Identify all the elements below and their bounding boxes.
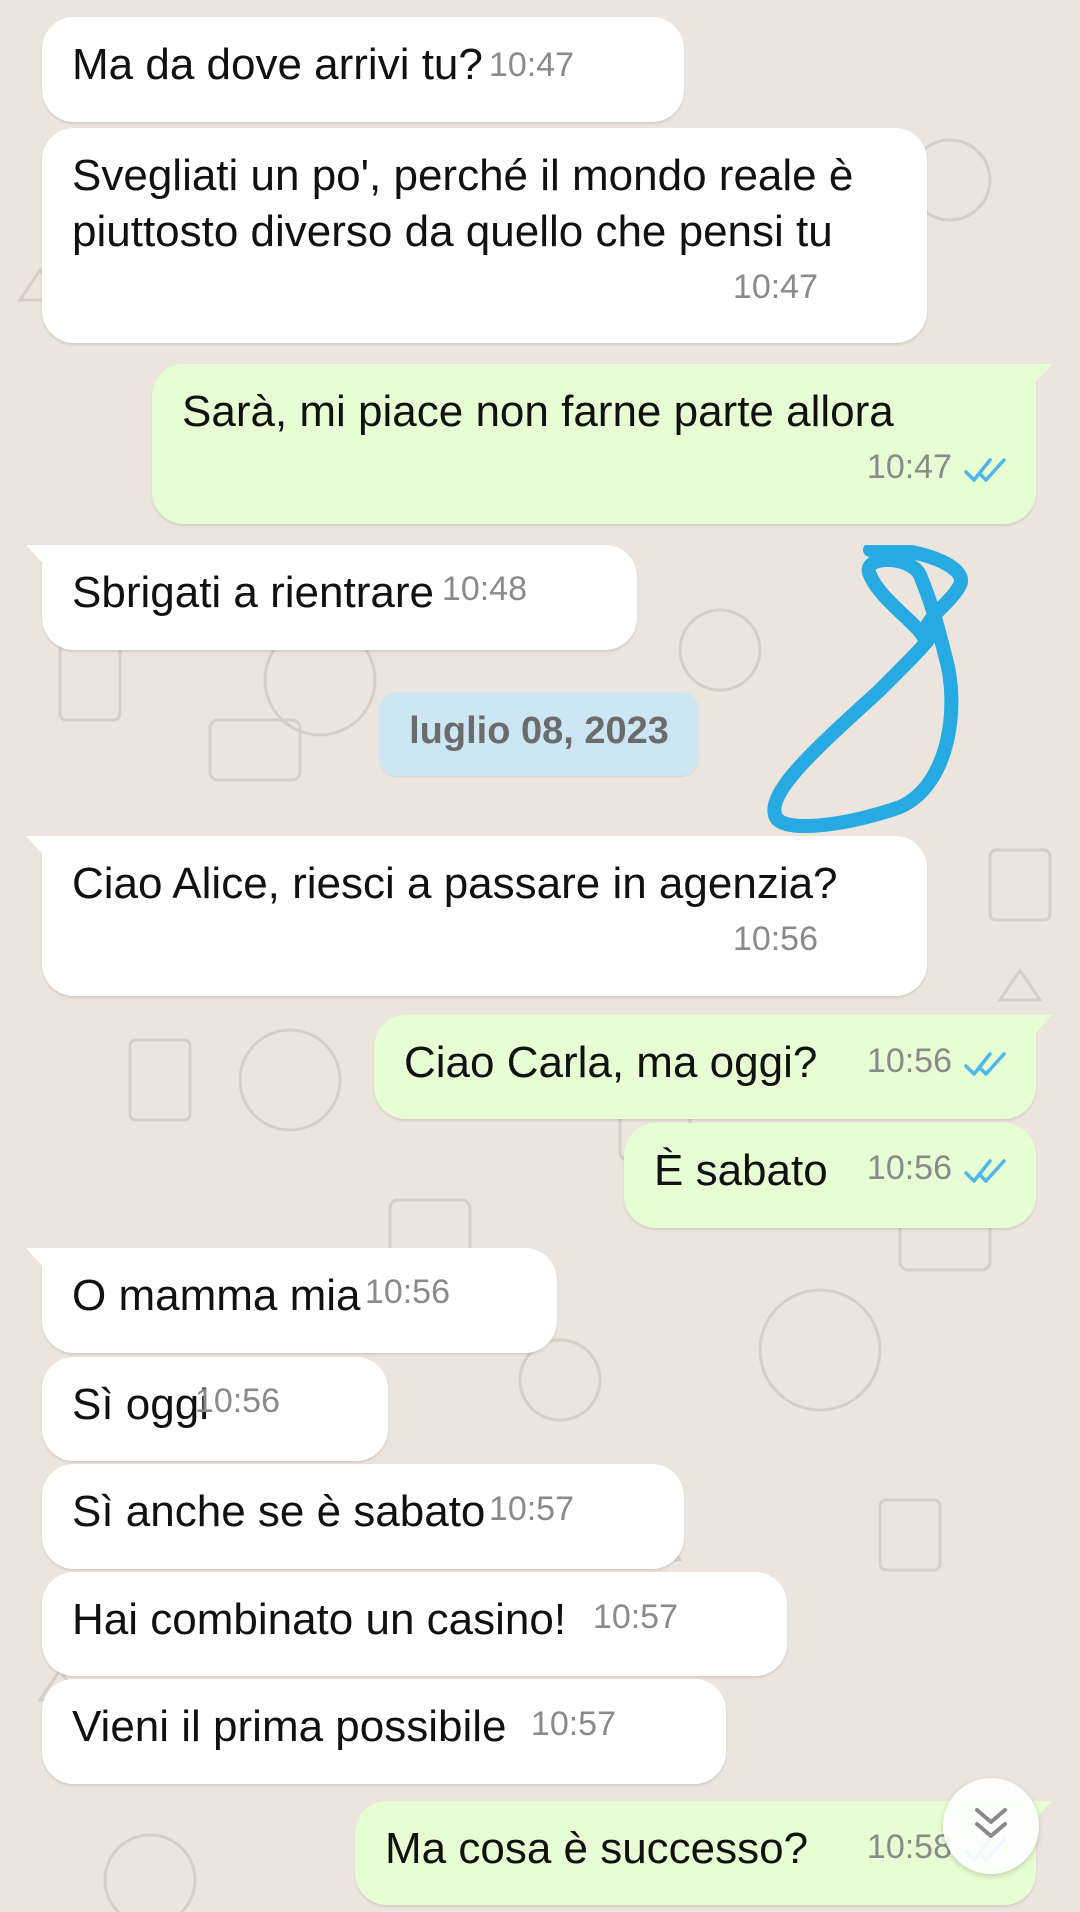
message-timestamp: 10:47: [488, 46, 574, 84]
incoming-message-bubble[interactable]: Sì oggi 10:56: [42, 1357, 388, 1461]
message-text: Sbrigati a rientrare: [72, 568, 434, 617]
message-timestamp: 10:57: [488, 1490, 574, 1528]
message-text: Ma da dove arrivi tu?: [72, 40, 483, 89]
outgoing-message-bubble[interactable]: È sabato 10:56: [624, 1123, 1036, 1228]
message-timestamp: 10:56: [866, 1149, 952, 1187]
scroll-to-bottom-button[interactable]: [943, 1778, 1039, 1874]
message-timestamp: 10:58: [866, 1828, 952, 1866]
message-timestamp: 10:56: [194, 1382, 280, 1420]
message-text: Svegliati un po', perché il mondo reale …: [72, 151, 854, 256]
incoming-message-bubble[interactable]: Ciao Alice, riesci a passare in agenzia?…: [26, 836, 927, 996]
outgoing-message-bubble[interactable]: Ma cosa è successo? 10:58: [355, 1801, 1052, 1905]
incoming-message-bubble[interactable]: Hai combinato un casino! 10:57: [42, 1572, 787, 1676]
incoming-message-bubble[interactable]: O mamma mia 10:56: [26, 1248, 557, 1353]
double-check-icon: [964, 456, 1010, 484]
double-check-icon: [964, 1157, 1010, 1185]
message-text: O mamma mia: [72, 1271, 361, 1320]
bubble-tail: [26, 545, 54, 567]
bubble-tail: [1024, 1015, 1052, 1037]
outgoing-message-bubble[interactable]: Sarà, mi piace non farne parte allora 10:…: [152, 364, 1052, 524]
message-text: Sì oggi: [72, 1380, 209, 1429]
bubble-tail: [26, 836, 54, 858]
chat-message-list[interactable]: Ma da dove arrivi tu? 10:47 Svegliati un p…: [0, 0, 1080, 1912]
incoming-message-bubble[interactable]: Sbrigati a rientrare 10:48: [26, 545, 637, 650]
message-timestamp: 10:57: [592, 1598, 678, 1636]
message-timestamp: 10:47: [732, 268, 818, 306]
date-separator-label: luglio 08, 2023: [409, 710, 669, 752]
message-text: Sarà, mi piace non farne parte allora: [182, 387, 894, 436]
outgoing-message-bubble[interactable]: Ciao Carla, ma oggi? 10:56: [374, 1015, 1052, 1119]
message-timestamp: 10:47: [866, 448, 952, 486]
double-chevron-down-icon: [975, 1808, 1007, 1838]
incoming-message-bubble[interactable]: Svegliati un po', perché il mondo reale …: [42, 128, 927, 343]
incoming-message-bubble[interactable]: Ma da dove arrivi tu? 10:47: [42, 17, 684, 122]
message-text: Vieni il prima possibile: [72, 1702, 507, 1751]
message-text: Ma cosa è successo?: [385, 1824, 809, 1873]
message-text: È sabato: [654, 1146, 828, 1195]
message-timestamp: 10:56: [732, 920, 818, 958]
bubble-tail: [1024, 364, 1052, 386]
message-text: Ciao Carla, ma oggi?: [404, 1038, 818, 1087]
message-text: Hai combinato un casino!: [72, 1595, 567, 1644]
message-timestamp: 10:56: [866, 1042, 952, 1080]
bubble-tail: [26, 1248, 54, 1270]
message-timestamp: 10:57: [530, 1705, 616, 1743]
message-text: Ciao Alice, riesci a passare in agenzia?: [72, 859, 838, 908]
double-check-icon: [964, 1050, 1010, 1078]
date-separator: luglio 08, 2023: [379, 692, 699, 776]
message-timestamp: 10:48: [441, 570, 527, 608]
handwritten-scribble-annotation: [767, 545, 968, 834]
incoming-message-bubble[interactable]: Sì anche se è sabato 10:57: [42, 1464, 684, 1569]
message-timestamp: 10:56: [364, 1273, 450, 1311]
message-text: Sì anche se è sabato: [72, 1487, 486, 1536]
incoming-message-bubble[interactable]: Vieni il prima possibile 10:57: [42, 1679, 726, 1784]
